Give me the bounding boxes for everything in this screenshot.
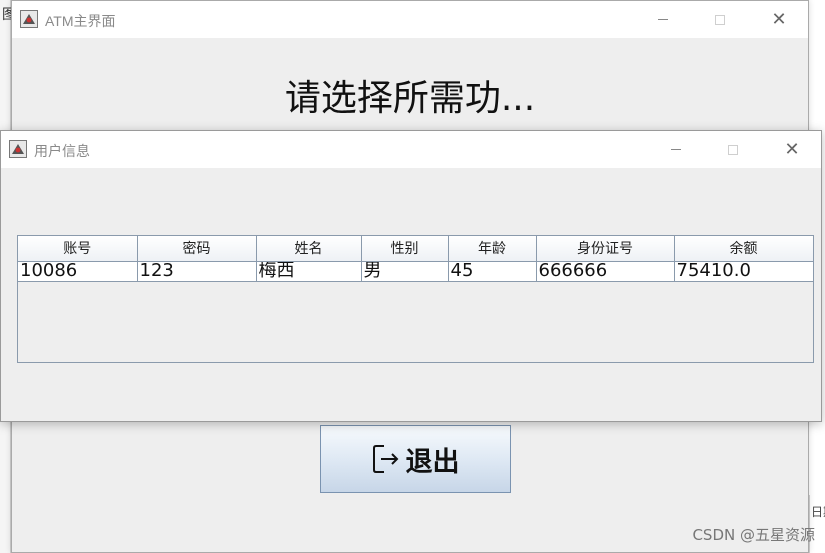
column-header-account[interactable]: 账号 xyxy=(18,236,138,262)
cell-password[interactable]: 123 xyxy=(137,261,257,282)
minimize-button[interactable] xyxy=(653,131,699,168)
page-title: 请选择所需功... xyxy=(284,78,536,119)
cell-age[interactable]: 45 xyxy=(448,261,537,282)
maximize-button[interactable] xyxy=(697,1,743,38)
background-fragment-text-right: 日期 xyxy=(811,505,825,519)
java-app-icon xyxy=(20,10,38,28)
main-window-title: ATM主界面 xyxy=(45,13,116,29)
info-window-title: 用户信息 xyxy=(34,143,90,159)
user-info-table: 账号 密码 姓名 性别 年龄 身份证号 余额 10086 123 梅西 男 45… xyxy=(18,236,814,282)
minimize-button[interactable] xyxy=(640,1,686,38)
user-info-table-container[interactable]: 账号 密码 姓名 性别 年龄 身份证号 余额 10086 123 梅西 男 45… xyxy=(17,235,814,363)
table-header-row: 账号 密码 姓名 性别 年龄 身份证号 余额 xyxy=(18,236,814,262)
column-header-gender[interactable]: 性别 xyxy=(361,236,449,262)
cell-account[interactable]: 10086 xyxy=(18,261,138,282)
table-row[interactable]: 10086 123 梅西 男 45 666666 75410.0 xyxy=(18,261,814,282)
column-header-id-number[interactable]: 身份证号 xyxy=(536,236,675,262)
exit-button[interactable]: 退出 xyxy=(320,425,511,493)
cell-balance[interactable]: 75410.0 xyxy=(674,261,814,282)
column-header-name[interactable]: 姓名 xyxy=(256,236,362,262)
column-header-balance[interactable]: 余额 xyxy=(674,236,814,262)
cell-id-number[interactable]: 666666 xyxy=(536,261,675,282)
column-header-password[interactable]: 密码 xyxy=(137,236,257,262)
cell-gender[interactable]: 男 xyxy=(361,261,449,282)
java-app-icon xyxy=(9,140,27,158)
main-titlebar[interactable]: ATM主界面 ✕ xyxy=(12,1,808,38)
exit-button-label: 退出 xyxy=(405,446,460,478)
close-button[interactable]: ✕ xyxy=(769,131,815,168)
cell-name[interactable]: 梅西 xyxy=(256,261,362,282)
watermark: CSDN @五星资源 xyxy=(692,526,815,544)
exit-door-icon xyxy=(372,445,398,473)
column-header-age[interactable]: 年龄 xyxy=(448,236,537,262)
user-info-window: 用户信息 ✕ 账号 密码 姓名 性别 年龄 身份证号 余额 10086 123 … xyxy=(0,130,822,422)
info-titlebar[interactable]: 用户信息 ✕ xyxy=(1,131,821,168)
close-button[interactable]: ✕ xyxy=(756,1,802,38)
maximize-button[interactable] xyxy=(710,131,756,168)
